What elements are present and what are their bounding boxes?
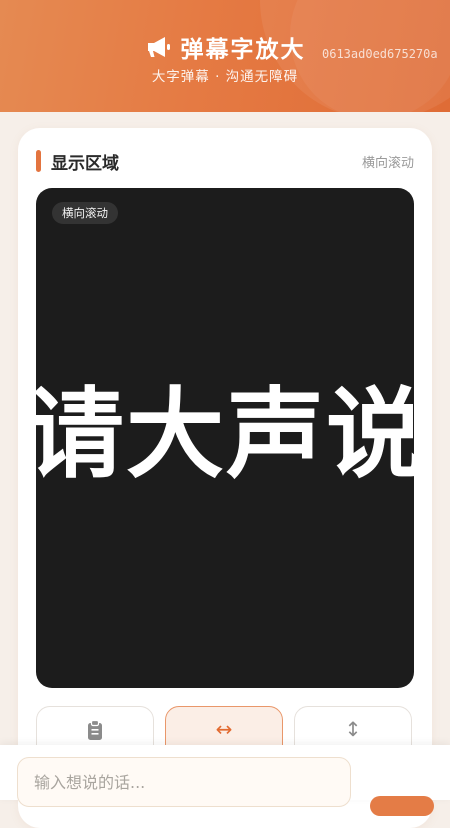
display-area[interactable]: 横向滚动 请大声说出 bbox=[36, 188, 414, 688]
section-accent-bar bbox=[36, 150, 41, 172]
app-title: 弹幕字放大 bbox=[180, 37, 306, 63]
megaphone-icon bbox=[147, 37, 170, 57]
send-button[interactable] bbox=[370, 796, 434, 816]
clipboard-icon bbox=[88, 719, 102, 740]
scrolling-text: 请大声说出 bbox=[36, 378, 414, 492]
app-header: 弹幕字放大 0613ad0ed675270a 大字弹幕 · 沟通无障碍 bbox=[0, 0, 450, 112]
scroll-mode-badge: 横向滚动 bbox=[52, 202, 118, 224]
current-mode-label: 横向滚动 bbox=[361, 156, 414, 171]
section-header: 显示区域 bbox=[36, 148, 119, 174]
section-title: 显示区域 bbox=[51, 153, 119, 174]
app-subtitle: 大字弹幕 · 沟通无障碍 bbox=[151, 69, 299, 85]
session-hash: 0613ad0ed675270a bbox=[322, 47, 438, 61]
